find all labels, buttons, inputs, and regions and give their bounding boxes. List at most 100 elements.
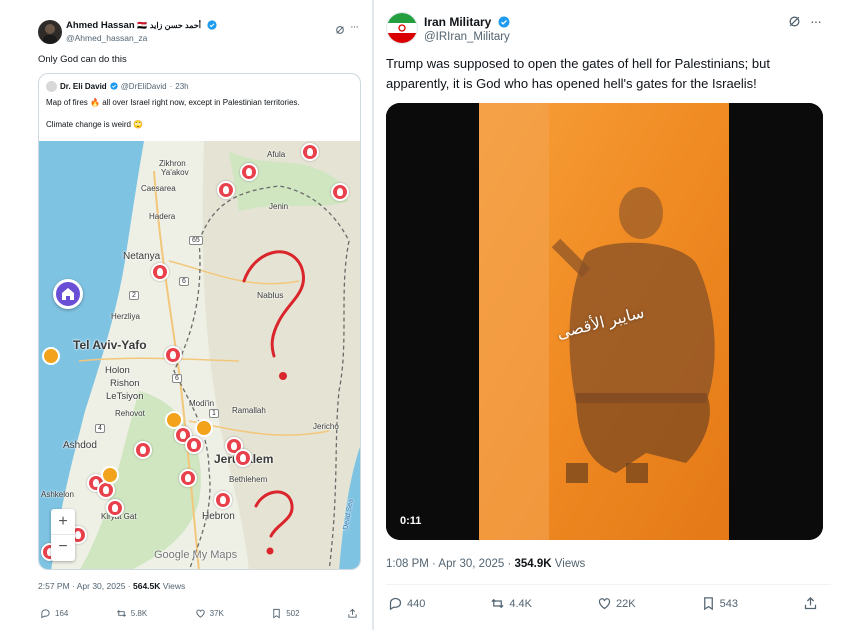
quote-text-line-1: Map of fires 🔥 all over Israel right now… [46,98,300,107]
map-label-telaviv: Tel Aviv-Yafo [73,338,147,352]
runner-marker-icon[interactable] [195,419,213,437]
share-button[interactable] [347,608,358,619]
author-handle[interactable]: @IRIran_Military [424,31,510,43]
iran-flag-icon [387,13,417,43]
road-badge: 65 [189,236,203,245]
reply-icon [40,608,51,619]
map-label-ashkelon: Ashkelon [41,490,74,499]
share-icon [803,596,818,611]
map-label-rishon: Rishon [110,378,140,389]
flag-marker-icon[interactable] [42,347,60,365]
grok-icon[interactable] [335,22,345,40]
reply-button[interactable]: 164 [40,608,68,619]
map-label-rehovot: Rehovot [115,409,145,418]
map-label-hebron: Hebron [202,511,235,522]
zoom-controls: + − [51,509,75,561]
fire-marker[interactable] [164,346,182,364]
tweet-actions: 164 5.8K 37K 502 [40,608,358,619]
fire-marker[interactable] [301,143,319,161]
runner-marker-icon[interactable] [101,466,119,484]
repost-icon [490,596,505,611]
fire-marker[interactable] [217,181,235,199]
fire-marker[interactable] [185,436,203,454]
video-player[interactable]: سايبر الأقصى 0:11 [386,103,823,540]
map-label-modiin: Modi'in [189,399,215,408]
like-button[interactable]: 37K [195,608,224,619]
reply-button[interactable]: 440 [388,596,425,611]
fire-marker[interactable] [134,441,152,459]
map-label-caesarea: Caesarea [141,184,176,193]
map-label-afula: Afula [267,150,286,159]
fire-marker[interactable] [214,491,232,509]
repost-button[interactable]: 4.4K [490,596,532,611]
road-badge: 2 [129,291,139,300]
verified-badge-icon [207,20,217,33]
map-terrain [39,141,360,569]
map-label-zikhron: Zikhron [159,159,186,168]
like-button[interactable]: 22K [597,596,636,611]
tweet-text: Trump was supposed to open the gates of … [386,56,770,91]
quote-author-name[interactable]: Dr. Eli David [60,82,107,91]
tweet-actions: 440 4.4K 22K 543 [388,596,818,611]
more-options-icon[interactable]: ··· [810,13,822,29]
share-button[interactable] [803,596,818,611]
repost-button[interactable]: 5.8K [116,608,147,619]
tweet-timestamp: 2:57 PM · Apr 30, 2025 · 564.5K Views [38,581,186,591]
home-marker-icon[interactable] [53,279,83,309]
map-label-ramallah: Ramallah [232,406,266,415]
map-label-holon: Holon [105,365,130,376]
fire-marker[interactable] [331,183,349,201]
heart-icon [597,596,612,611]
fire-map-image[interactable]: Zikhron Ya'akov Caesarea Hadera Afula Je… [39,141,360,569]
map-label-ashdod: Ashdod [63,440,97,451]
quoted-tweet[interactable]: Dr. Eli David @DrEliDavid · 23h Map of f… [38,73,361,570]
repost-icon [116,608,127,619]
map-label-jenin: Jenin [269,202,289,211]
runner-marker-icon[interactable] [165,411,183,429]
verified-badge-icon [498,16,510,31]
flag-icon: 🇪🇬 [137,21,148,30]
quote-author-handle: @DrEliDavid [120,82,167,91]
fire-marker[interactable] [151,263,169,281]
tweet-iran-military: Iran Military @IRIran_Military ··· Trump… [374,0,841,630]
author-handle[interactable]: @Ahmed_hassan_za [66,33,147,43]
view-count: 354.9K [514,558,552,570]
share-icon [347,608,358,619]
map-label-hadera: Hadera [149,212,176,221]
author-name[interactable]: Iran Military [424,15,510,31]
road-badge: 4 [95,424,105,433]
map-label-herzliya: Herzliya [111,312,140,321]
grok-icon[interactable] [788,15,801,33]
road-badge: 6 [179,277,189,286]
fire-marker[interactable] [106,499,124,517]
heart-icon [195,608,206,619]
separator [386,584,831,585]
avatar[interactable] [38,20,62,44]
bookmark-button[interactable]: 543 [701,596,738,611]
zoom-in-button[interactable]: + [51,509,75,535]
map-label-nablus: Nablus [257,290,284,300]
video-duration: 0:11 [400,515,422,527]
more-options-icon[interactable]: ··· [350,21,359,33]
bookmark-button[interactable]: 502 [271,608,300,619]
quote-time: 23h [175,82,189,91]
zoom-out-button[interactable]: − [51,535,75,561]
map-attribution: Google My Maps [154,549,238,561]
fire-marker[interactable] [179,469,197,487]
map-label-bethlehem: Bethlehem [229,475,268,484]
fire-marker[interactable] [240,163,258,181]
quote-text-line-2: Climate change is weird 🙄 [46,120,144,129]
quoted-tweet-header: Dr. Eli David @DrEliDavid · 23h [46,81,189,92]
tweet-timestamp: 1:08 PM · Apr 30, 2025 · 354.9K Views [386,558,586,570]
map-label-jericho: Jericho [313,422,339,431]
bookmark-icon [271,608,282,619]
quote-avatar [46,81,57,92]
fire-marker[interactable] [234,449,252,467]
tweet-text: Only God can do this [38,54,127,65]
map-label-letsiyon: LeTsiyon [106,391,144,402]
author-name[interactable]: Ahmed Hassan 🇪🇬 أحمد حسن زايد [66,20,217,33]
bookmark-icon [701,596,716,611]
avatar[interactable] [386,12,418,44]
road-badge: 6 [172,374,182,383]
map-label-yaakov: Ya'akov [161,168,189,177]
